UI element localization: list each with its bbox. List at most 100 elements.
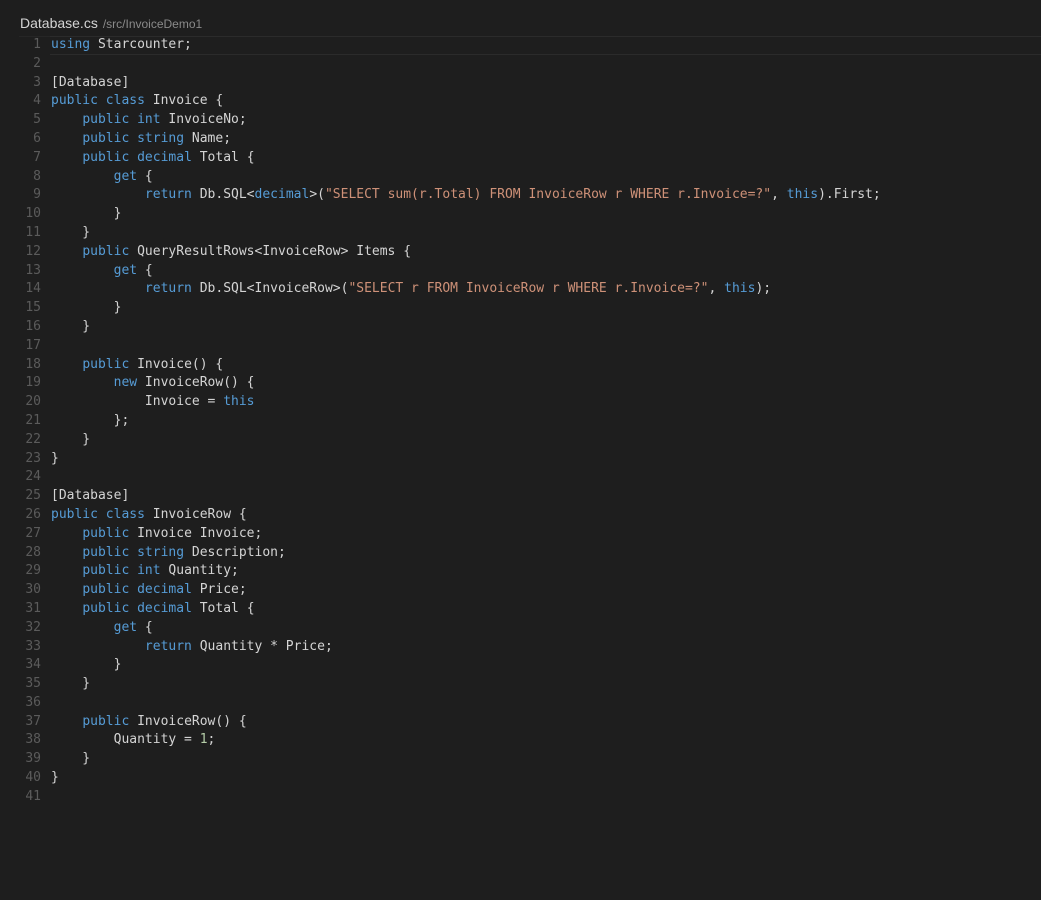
code-line[interactable]: 28 public string Description; bbox=[0, 544, 1041, 563]
line-number: 33 bbox=[25, 638, 41, 654]
line-number: 9 bbox=[33, 187, 41, 203]
code-line[interactable]: 38 Quantity = 1; bbox=[0, 731, 1041, 750]
code-token: public bbox=[82, 563, 130, 579]
code-line[interactable]: 9 return Db.SQL<decimal>("SELECT sum(r.T… bbox=[0, 186, 1041, 205]
code-text: public class InvoiceRow { bbox=[51, 506, 247, 525]
code-line[interactable]: 30 public decimal Price; bbox=[0, 581, 1041, 600]
code-token: public bbox=[82, 130, 130, 146]
code-line[interactable]: 13 get { bbox=[0, 262, 1041, 281]
code-text: } bbox=[51, 656, 122, 675]
line-number: 17 bbox=[25, 337, 41, 353]
code-line[interactable]: 25 [Database] bbox=[0, 487, 1041, 506]
line-number: 10 bbox=[25, 206, 41, 222]
code-line[interactable]: 16 } bbox=[0, 318, 1041, 337]
code-token: Starcounter; bbox=[90, 37, 192, 52]
code-token: Db.SQL< bbox=[191, 187, 255, 203]
code-line[interactable]: 41 bbox=[0, 788, 1041, 807]
code-text: Quantity = 1; bbox=[51, 731, 216, 750]
code-text: } bbox=[51, 299, 122, 318]
code-line[interactable]: 29 public int Quantity; bbox=[0, 562, 1041, 581]
code-line[interactable]: 36 bbox=[0, 694, 1041, 713]
code-line[interactable]: 32 get { bbox=[0, 619, 1041, 638]
code-line[interactable]: 24 bbox=[0, 468, 1041, 487]
code-line[interactable]: 1 using Starcounter; bbox=[0, 36, 1041, 55]
code-line[interactable]: 7 public decimal Total { bbox=[0, 149, 1041, 168]
code-line[interactable]: 35 } bbox=[0, 675, 1041, 694]
code-line[interactable]: 10 } bbox=[0, 205, 1041, 224]
code-token: using bbox=[51, 37, 91, 52]
code-line[interactable]: 12 public QueryResultRows<InvoiceRow> It… bbox=[0, 243, 1041, 262]
code-token: InvoiceRow { bbox=[144, 506, 247, 522]
code-token: public bbox=[51, 506, 98, 522]
code-line[interactable]: 22 } bbox=[0, 431, 1041, 450]
code-line[interactable]: 39 } bbox=[0, 750, 1041, 769]
file-name: Database.cs bbox=[20, 15, 98, 31]
line-number: 31 bbox=[25, 600, 41, 616]
code-token: Invoice = bbox=[51, 394, 224, 410]
code-line[interactable]: 6 public string Name; bbox=[0, 130, 1041, 149]
code-token: [Database] bbox=[51, 488, 130, 504]
code-line[interactable]: 2 bbox=[0, 55, 1041, 74]
code-token: string bbox=[137, 130, 185, 146]
code-token: public bbox=[82, 356, 130, 372]
code-line[interactable]: 21 }; bbox=[0, 412, 1041, 431]
editor-tab-title[interactable]: Database.cs/src/InvoiceDemo1 bbox=[20, 13, 202, 33]
code-line[interactable]: 3 [Database] bbox=[0, 74, 1041, 93]
line-number: 24 bbox=[25, 469, 41, 485]
code-line[interactable]: 27 public Invoice Invoice; bbox=[0, 525, 1041, 544]
code-line[interactable]: 17 bbox=[0, 337, 1041, 356]
code-text: public class Invoice { bbox=[51, 92, 223, 111]
code-token: string bbox=[137, 544, 185, 560]
code-text: public InvoiceRow() { bbox=[51, 713, 246, 732]
code-token: Total { bbox=[191, 149, 255, 165]
code-editor[interactable]: 1 using Starcounter; 2 3 [Database] 4 public c… bbox=[0, 36, 1041, 807]
code-line[interactable]: 26 public class InvoiceRow { bbox=[0, 506, 1041, 525]
code-line[interactable]: 23} bbox=[0, 450, 1041, 469]
code-line[interactable]: 31 public decimal Total { bbox=[0, 600, 1041, 619]
code-token: public bbox=[82, 713, 130, 729]
code-text: [Database] bbox=[51, 74, 129, 93]
code-text: public int Quantity; bbox=[51, 562, 239, 581]
code-text: } bbox=[51, 431, 90, 450]
code-line[interactable]: 37 public InvoiceRow() { bbox=[0, 713, 1041, 732]
code-token: "SELECT sum(r.Total) FROM InvoiceRow r W… bbox=[324, 187, 772, 203]
code-token: get bbox=[113, 168, 138, 184]
code-token: Price; bbox=[191, 582, 247, 598]
code-text: public int InvoiceNo; bbox=[51, 111, 246, 130]
code-token: ); bbox=[755, 281, 772, 297]
code-line[interactable]: 33 return Quantity * Price; bbox=[0, 638, 1041, 657]
code-token: , bbox=[708, 281, 725, 297]
line-number: 15 bbox=[25, 300, 41, 316]
code-line[interactable]: 34 } bbox=[0, 656, 1041, 675]
code-text: } bbox=[51, 769, 59, 788]
code-line[interactable]: 40} bbox=[0, 769, 1041, 788]
code-token: }; bbox=[51, 412, 130, 428]
code-line[interactable]: 20 Invoice = this bbox=[0, 393, 1041, 412]
code-token: this bbox=[786, 187, 819, 203]
code-token: this bbox=[724, 281, 756, 297]
code-text: } bbox=[51, 205, 122, 224]
code-line[interactable]: 15 } bbox=[0, 299, 1041, 318]
code-line[interactable]: 11 } bbox=[0, 224, 1041, 243]
code-line[interactable]: 18 public Invoice() { bbox=[0, 356, 1041, 375]
code-line[interactable]: 19 new InvoiceRow() { bbox=[0, 374, 1041, 393]
code-line[interactable]: 5 public int InvoiceNo; bbox=[0, 111, 1041, 130]
line-number: 40 bbox=[25, 770, 41, 786]
code-line[interactable]: 4 public class Invoice { bbox=[0, 92, 1041, 111]
code-line[interactable]: 14 return Db.SQL<InvoiceRow>("SELECT r F… bbox=[0, 280, 1041, 299]
code-line[interactable]: 8 get { bbox=[0, 168, 1041, 187]
code-text: } bbox=[51, 318, 90, 337]
code-token: public bbox=[51, 93, 98, 109]
code-token: get bbox=[113, 262, 138, 278]
